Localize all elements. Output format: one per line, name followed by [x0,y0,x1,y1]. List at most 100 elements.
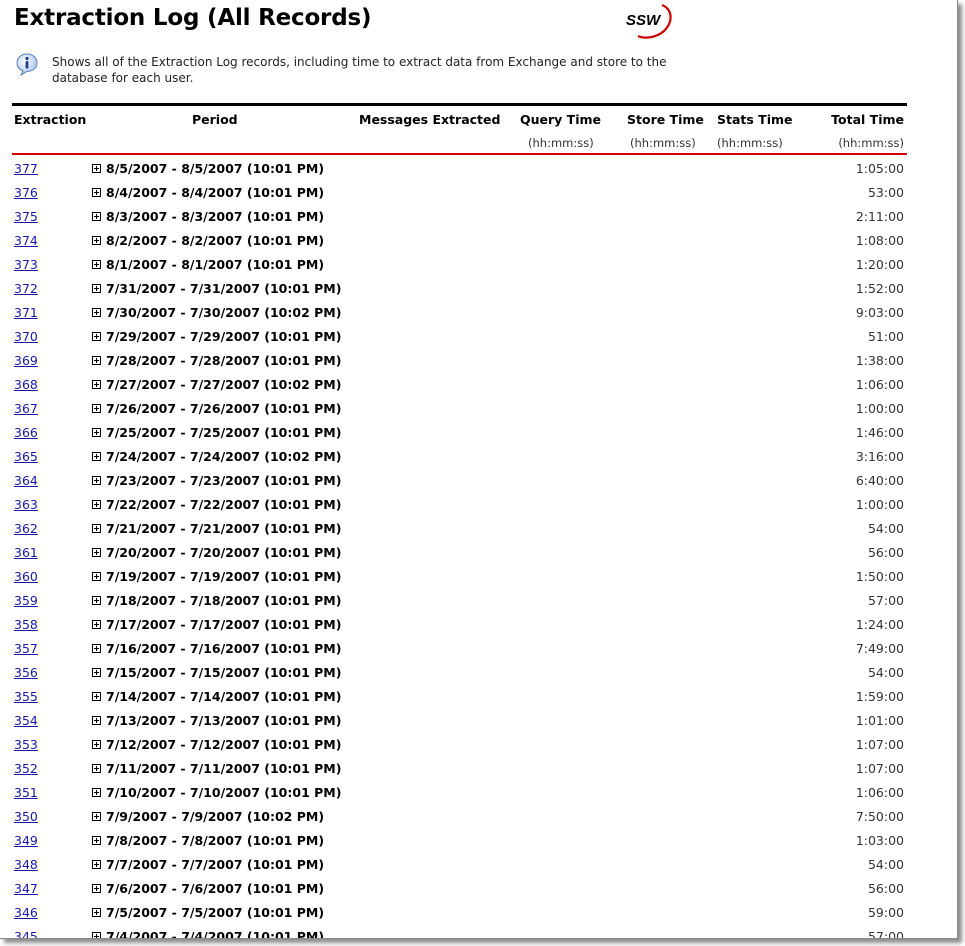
extraction-id-link[interactable]: 372 [14,281,38,296]
period-text: 7/4/2007 - 7/4/2007 (10:01 PM) [106,929,325,939]
extraction-id-link[interactable]: 359 [14,593,38,608]
extraction-id-link[interactable]: 361 [14,545,38,560]
extraction-id-link[interactable]: 376 [14,185,38,200]
extraction-id-link[interactable]: 351 [14,785,38,800]
extraction-id-link[interactable]: 360 [14,569,38,584]
extraction-id-link[interactable]: 345 [14,929,38,938]
table-row: 347 7/6/2007 - 7/6/2007 (10:01 PM) 56:00 [0,878,957,902]
extraction-id-link[interactable]: 373 [14,257,38,272]
extraction-id-link[interactable]: 374 [14,233,38,248]
expand-plus-icon[interactable] [92,284,101,293]
expand-plus-icon[interactable] [92,188,101,197]
table-row: 370 7/29/2007 - 7/29/2007 (10:01 PM) 51:00 [0,326,957,350]
table-row: 345 7/4/2007 - 7/4/2007 (10:01 PM) 57:00 [0,926,957,939]
extraction-id-link[interactable]: 377 [14,161,38,176]
expand-plus-icon[interactable] [92,212,101,221]
info-icon [16,53,38,76]
extraction-id-link[interactable]: 362 [14,521,38,536]
expand-plus-icon[interactable] [92,596,101,605]
extraction-id-link[interactable]: 366 [14,425,38,440]
expand-plus-icon[interactable] [92,452,101,461]
total-time-value: 54:00 [867,857,904,872]
expand-plus-icon[interactable] [92,380,101,389]
extraction-id-link[interactable]: 368 [14,377,38,392]
expand-plus-icon[interactable] [92,836,101,845]
period-text: 8/4/2007 - 8/4/2007 (10:01 PM) [106,185,325,200]
table-row: 373 8/1/2007 - 8/1/2007 (10:01 PM) 1:20:00 [0,254,957,278]
col-header-store-time: Store Time [627,112,704,127]
extraction-id-link[interactable]: 355 [14,689,38,704]
expand-plus-icon[interactable] [92,884,101,893]
table-row: 369 7/28/2007 - 7/28/2007 (10:01 PM) 1:38:… [0,350,957,374]
table-row: 351 7/10/2007 - 7/10/2007 (10:01 PM) 1:06:… [0,782,957,806]
expand-plus-icon[interactable] [92,788,101,797]
table-row: 355 7/14/2007 - 7/14/2007 (10:01 PM) 1:59:… [0,686,957,710]
table-row: 346 7/5/2007 - 7/5/2007 (10:01 PM) 59:00 [0,902,957,926]
extraction-id-link[interactable]: 354 [14,713,38,728]
expand-plus-icon[interactable] [92,500,101,509]
expand-plus-icon[interactable] [92,548,101,557]
extraction-id-link[interactable]: 356 [14,665,38,680]
expand-plus-icon[interactable] [92,524,101,533]
expand-plus-icon[interactable] [92,572,101,581]
expand-plus-icon[interactable] [92,308,101,317]
total-time-value: 1:20:00 [855,257,904,272]
total-time-value: 1:06:00 [855,785,904,800]
page-frame: Extraction Log (All Records) SSW Shows a… [0,0,958,939]
expand-plus-icon[interactable] [92,404,101,413]
total-time-value: 51:00 [867,329,904,344]
period-text: 8/1/2007 - 8/1/2007 (10:01 PM) [106,257,325,272]
expand-plus-icon[interactable] [92,476,101,485]
extraction-id-link[interactable]: 365 [14,449,38,464]
col-header-extraction: Extraction [14,112,87,127]
expand-plus-icon[interactable] [92,764,101,773]
extraction-id-link[interactable]: 353 [14,737,38,752]
table-row: 360 7/19/2007 - 7/19/2007 (10:01 PM) 1:50:… [0,566,957,590]
expand-plus-icon[interactable] [92,620,101,629]
period-text: 7/5/2007 - 7/5/2007 (10:01 PM) [106,905,325,920]
expand-plus-icon[interactable] [92,908,101,917]
expand-plus-icon[interactable] [92,740,101,749]
expand-plus-icon[interactable] [92,644,101,653]
total-time-value: 2:11:00 [855,209,904,224]
total-time-value: 56:00 [867,545,904,560]
extraction-id-link[interactable]: 352 [14,761,38,776]
expand-plus-icon[interactable] [92,164,101,173]
expand-plus-icon[interactable] [92,932,101,938]
expand-plus-icon[interactable] [92,692,101,701]
expand-plus-icon[interactable] [92,428,101,437]
expand-plus-icon[interactable] [92,332,101,341]
period-text: 7/8/2007 - 7/8/2007 (10:01 PM) [106,833,325,848]
extraction-id-link[interactable]: 349 [14,833,38,848]
extraction-id-link[interactable]: 346 [14,905,38,920]
extraction-id-link[interactable]: 367 [14,401,38,416]
expand-plus-icon[interactable] [92,812,101,821]
table-row: 375 8/3/2007 - 8/3/2007 (10:01 PM) 2:11:00 [0,206,957,230]
extraction-id-link[interactable]: 371 [14,305,38,320]
extraction-id-link[interactable]: 370 [14,329,38,344]
total-time-value: 7:50:00 [855,809,904,824]
period-text: 7/19/2007 - 7/19/2007 (10:01 PM) [106,569,342,584]
table-row: 366 7/25/2007 - 7/25/2007 (10:01 PM) 1:46:… [0,422,957,446]
extraction-id-link[interactable]: 348 [14,857,38,872]
expand-plus-icon[interactable] [92,236,101,245]
extraction-id-link[interactable]: 375 [14,209,38,224]
extraction-id-link[interactable]: 369 [14,353,38,368]
extraction-id-link[interactable]: 347 [14,881,38,896]
period-text: 7/24/2007 - 7/24/2007 (10:02 PM) [106,449,342,464]
expand-plus-icon[interactable] [92,716,101,725]
expand-plus-icon[interactable] [92,356,101,365]
expand-plus-icon[interactable] [92,260,101,269]
store-time-units: (hh:mm:ss) [630,136,696,150]
expand-plus-icon[interactable] [92,860,101,869]
extraction-id-link[interactable]: 363 [14,497,38,512]
extraction-id-link[interactable]: 358 [14,617,38,632]
total-time-value: 9:03:00 [855,305,904,320]
expand-plus-icon[interactable] [92,668,101,677]
period-text: 7/11/2007 - 7/11/2007 (10:01 PM) [106,761,342,776]
total-time-units: (hh:mm:ss) [838,136,904,150]
extraction-id-link[interactable]: 350 [14,809,38,824]
total-time-value: 1:01:00 [855,713,904,728]
extraction-id-link[interactable]: 364 [14,473,38,488]
extraction-id-link[interactable]: 357 [14,641,38,656]
